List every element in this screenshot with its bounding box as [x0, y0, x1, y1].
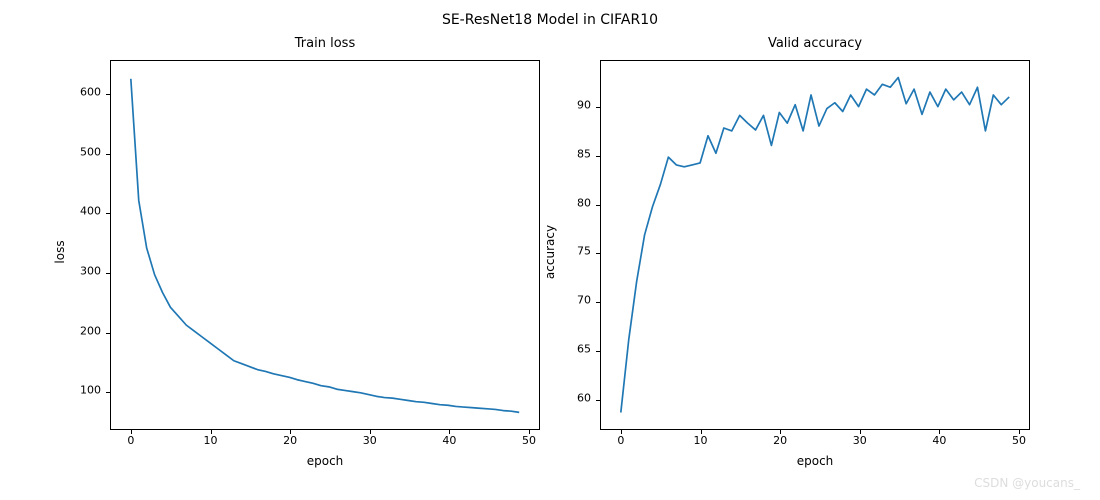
y-axis-label: loss	[53, 240, 67, 263]
x-tick-label: 0	[127, 434, 134, 447]
tick-mark	[106, 273, 111, 274]
plot-area: 01020304050100200300400500600	[110, 60, 540, 430]
y-tick-label: 70	[577, 294, 591, 307]
x-tick-label: 30	[363, 434, 377, 447]
tick-mark	[106, 333, 111, 334]
valid-accuracy-plot: Valid accuracy 0102030405060657075808590…	[600, 60, 1030, 430]
y-tick-label: 65	[577, 342, 591, 355]
x-axis-label: epoch	[797, 454, 834, 468]
watermark: CSDN @youcans_	[974, 476, 1080, 490]
y-tick-label: 75	[577, 245, 591, 258]
accuracy-line	[621, 78, 1009, 413]
tick-mark	[106, 94, 111, 95]
tick-mark	[596, 205, 601, 206]
y-tick-label: 100	[80, 384, 101, 397]
y-axis-label: accuracy	[543, 225, 557, 279]
tick-mark	[596, 351, 601, 352]
tick-mark	[596, 107, 601, 108]
y-tick-label: 500	[80, 145, 101, 158]
x-tick-label: 50	[522, 434, 536, 447]
tick-mark	[106, 392, 111, 393]
y-tick-label: 300	[80, 264, 101, 277]
tick-mark	[596, 302, 601, 303]
y-tick-label: 90	[577, 98, 591, 111]
x-tick-label: 0	[617, 434, 624, 447]
x-tick-label: 10	[204, 434, 218, 447]
subplot-title: Valid accuracy	[768, 36, 862, 51]
tick-mark	[106, 213, 111, 214]
tick-mark	[106, 154, 111, 155]
y-tick-label: 400	[80, 205, 101, 218]
tick-mark	[596, 156, 601, 157]
tick-mark	[596, 253, 601, 254]
y-tick-label: 80	[577, 196, 591, 209]
train-loss-plot: Train loss 01020304050100200300400500600…	[110, 60, 540, 430]
x-tick-label: 30	[853, 434, 867, 447]
figure: SE-ResNet18 Model in CIFAR10 Train loss …	[0, 0, 1100, 500]
x-tick-label: 40	[442, 434, 456, 447]
x-tick-label: 10	[694, 434, 708, 447]
plot-area: 0102030405060657075808590	[600, 60, 1030, 430]
figure-title: SE-ResNet18 Model in CIFAR10	[442, 12, 658, 28]
y-tick-label: 60	[577, 391, 591, 404]
y-tick-label: 85	[577, 147, 591, 160]
x-tick-label: 20	[283, 434, 297, 447]
subplot-title: Train loss	[295, 36, 355, 51]
y-tick-label: 200	[80, 324, 101, 337]
x-tick-label: 50	[1012, 434, 1026, 447]
x-axis-label: epoch	[307, 454, 344, 468]
tick-mark	[596, 400, 601, 401]
x-tick-label: 20	[773, 434, 787, 447]
x-tick-label: 40	[932, 434, 946, 447]
y-tick-label: 600	[80, 85, 101, 98]
loss-line	[131, 79, 519, 413]
